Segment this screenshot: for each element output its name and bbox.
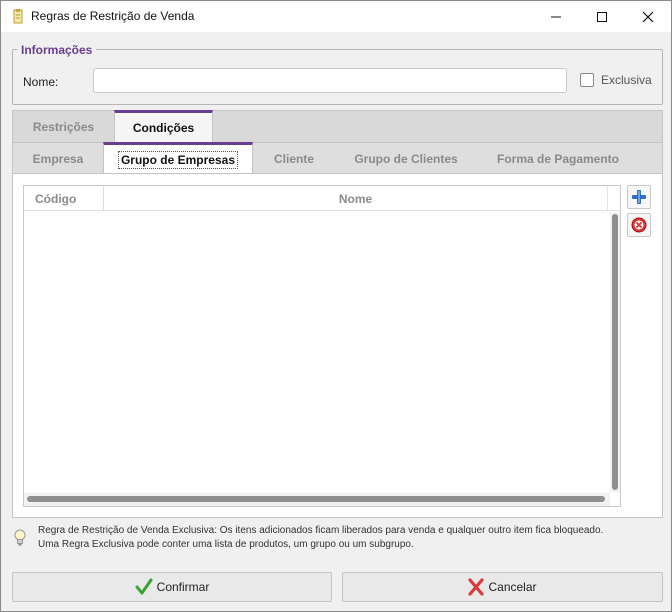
window-title: Regras de Restrição de Venda (31, 9, 195, 23)
column-label: Código (35, 191, 77, 206)
tab-forma-de-pagamento[interactable]: Forma de Pagamento (477, 143, 639, 174)
tab-label: Empresa (32, 151, 84, 166)
remove-circle-icon (631, 217, 647, 233)
nome-input[interactable] (93, 68, 567, 93)
cancel-button[interactable]: Cancelar (342, 572, 663, 602)
dialog-window: Regras de Restrição de Venda Informações… (0, 0, 672, 612)
vertical-scrollbar[interactable] (610, 212, 620, 492)
tab-grupo-de-empresas[interactable]: Grupo de Empresas (103, 142, 253, 174)
checkmark-icon (135, 578, 153, 595)
column-header-nome[interactable]: Nome (104, 186, 608, 211)
minimize-icon (551, 16, 561, 17)
lightbulb-icon (14, 529, 26, 546)
informacoes-title: Informações (17, 43, 97, 57)
confirm-button[interactable]: Confirmar (12, 572, 332, 602)
tab-label: Grupo de Empresas (117, 150, 239, 169)
add-button[interactable] (627, 185, 651, 209)
vertical-scroll-thumb[interactable] (612, 214, 618, 490)
exclusiva-checkbox[interactable] (580, 73, 594, 87)
column-label: Nome (338, 191, 373, 206)
close-icon (642, 11, 654, 22)
tab-label: Condições (132, 121, 195, 135)
horizontal-scroll-thumb[interactable] (27, 496, 605, 502)
exclusiva-label[interactable]: Exclusiva (601, 73, 652, 87)
close-button[interactable] (625, 1, 671, 32)
tab-grupo-de-clientes[interactable]: Grupo de Clientes (335, 143, 477, 174)
confirm-label: Confirmar (156, 580, 210, 594)
title-bar: Regras de Restrição de Venda (1, 1, 671, 32)
grid-header: Código Nome (24, 186, 620, 211)
minimize-button[interactable] (533, 1, 579, 32)
hint-line-1: Regra de Restrição de Venda Exclusiva: O… (38, 525, 604, 536)
main-tab-bar: Restrições Condições (12, 110, 663, 143)
tab-restricoes[interactable]: Restrições (13, 111, 114, 143)
remove-button[interactable] (627, 213, 651, 237)
grupo-empresas-grid[interactable]: Código Nome (23, 185, 621, 507)
tab-label: Forma de Pagamento (496, 151, 620, 166)
tab-empresa[interactable]: Empresa (13, 143, 103, 174)
tab-label: Restrições (32, 120, 95, 134)
cancel-label: Cancelar (488, 580, 537, 594)
tab-label: Cliente (273, 151, 314, 166)
plus-icon (632, 190, 646, 204)
tab-condicoes[interactable]: Condições (114, 110, 213, 143)
app-icon (13, 9, 23, 24)
horizontal-scrollbar[interactable] (24, 493, 610, 506)
hint-line-2: Uma Regra Exclusiva pode conter uma list… (38, 539, 414, 550)
tab-cliente[interactable]: Cliente (253, 143, 335, 174)
cancel-x-icon (468, 578, 485, 596)
column-header-codigo[interactable]: Código (24, 186, 104, 211)
nome-label: Nome: (23, 75, 59, 89)
maximize-button[interactable] (579, 1, 625, 32)
tab-label: Grupo de Clientes (354, 151, 458, 166)
sub-tab-bar: Empresa Grupo de Empresas Cliente Grupo … (12, 142, 663, 174)
maximize-icon (597, 11, 607, 22)
